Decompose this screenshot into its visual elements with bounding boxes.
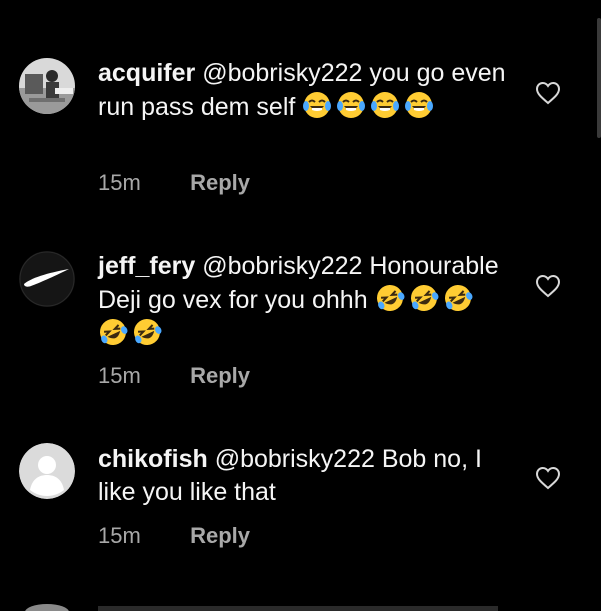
avatar[interactable] — [19, 443, 75, 499]
heart-icon — [535, 466, 561, 490]
comment-body: acquifer @bobrisky222 you go even run pa… — [98, 57, 508, 124]
comment-meta: 15m Reply — [98, 523, 250, 549]
rolling-laughing-emoji-icon — [376, 285, 405, 311]
default-avatar-icon — [19, 443, 75, 499]
rolling-laughing-emoji-icon — [134, 319, 162, 345]
rolling-laughing-emoji-icon — [410, 285, 439, 311]
tears-of-joy-emoji-icon — [303, 92, 332, 118]
rolling-laughing-emoji-icon — [444, 285, 473, 311]
partial-comment-edge — [25, 604, 498, 611]
comment-body: jeff_fery @bobrisky222 Honourable Deji g… — [98, 250, 508, 351]
comment-meta: 15m Reply — [98, 363, 250, 389]
comment-username[interactable]: jeff_fery — [98, 252, 195, 280]
rolling-laughing-emoji-icon — [100, 319, 128, 345]
like-button[interactable] — [535, 81, 561, 105]
scrollbar[interactable] — [597, 18, 601, 138]
comment-body: chikofish @bobrisky222 Bob no, I like yo… — [98, 443, 508, 509]
heart-icon — [535, 81, 561, 105]
comment-username[interactable]: acquifer — [98, 59, 195, 87]
tears-of-joy-emoji-icon — [371, 92, 400, 118]
comment-meta: 15m Reply — [98, 170, 250, 196]
like-button[interactable] — [535, 274, 561, 298]
nike-logo-avatar-icon — [19, 251, 75, 307]
comment-username[interactable]: chikofish — [98, 445, 208, 473]
comment-timestamp: 15m — [98, 523, 141, 548]
avatar[interactable] — [19, 58, 75, 114]
emoji-group — [302, 92, 438, 121]
reply-button[interactable]: Reply — [190, 363, 250, 388]
heart-icon — [535, 274, 561, 298]
tears-of-joy-emoji-icon — [405, 92, 434, 118]
tears-of-joy-emoji-icon — [337, 92, 366, 118]
comment-timestamp: 15m — [98, 170, 141, 195]
next-comment-partial — [0, 598, 601, 611]
reply-button[interactable]: Reply — [190, 523, 250, 548]
like-button[interactable] — [535, 466, 561, 490]
comment-timestamp: 15m — [98, 363, 141, 388]
photo-avatar-icon — [19, 58, 75, 114]
avatar[interactable] — [19, 251, 75, 307]
reply-button[interactable]: Reply — [190, 170, 250, 195]
